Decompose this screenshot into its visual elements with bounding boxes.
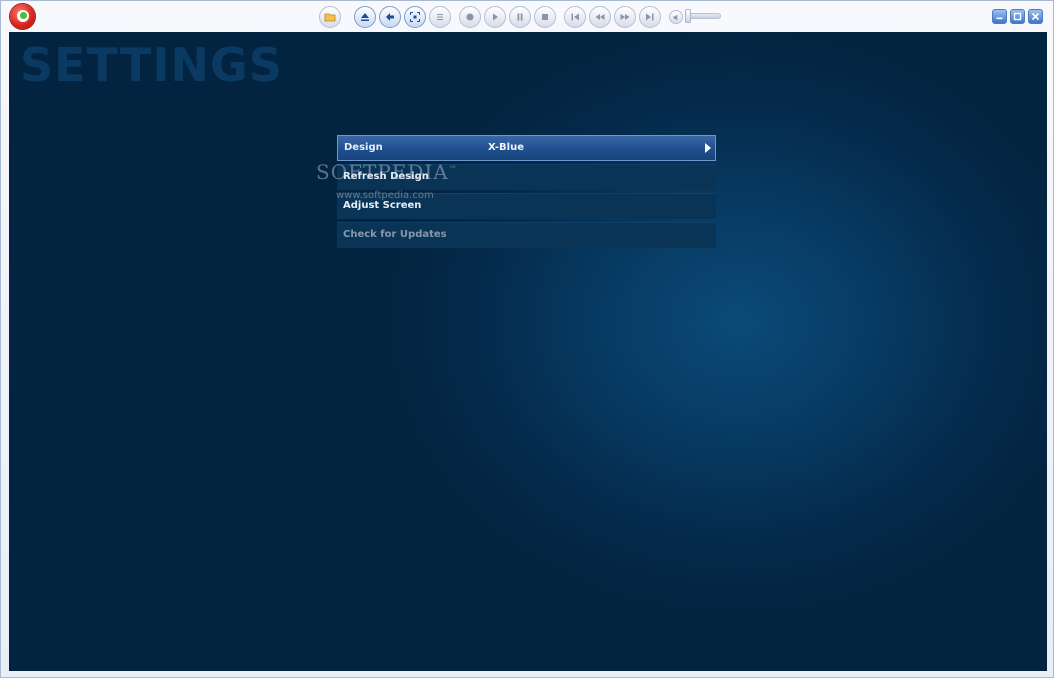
toolbar [1,1,1054,32]
rewind-icon [595,14,605,20]
chevron-right-icon [705,143,711,153]
speaker-icon[interactable] [669,10,683,24]
play-button[interactable] [484,6,506,28]
close-icon [1031,12,1040,21]
record-button[interactable] [459,6,481,28]
stop-button[interactable] [534,6,556,28]
open-folder-button[interactable] [319,6,341,28]
menu-button[interactable] [429,6,451,28]
skip-forward-icon [646,13,654,21]
pause-button[interactable] [509,6,531,28]
menu-item-label: Design [344,142,383,153]
back-button[interactable] [379,6,401,28]
page-title: SETTINGS [20,38,283,92]
eject-button[interactable] [354,6,376,28]
menu-item-label: Adjust Screen [343,200,422,211]
app-window: SETTINGS Design X-Blue Refresh Design Ad… [0,0,1054,678]
fast-forward-icon [620,14,630,20]
menu-item-design[interactable]: Design X-Blue [337,135,716,161]
maximize-button[interactable] [1010,9,1025,24]
eject-icon [361,13,369,21]
fullscreen-icon [410,12,420,22]
settings-screen: SETTINGS Design X-Blue Refresh Design Ad… [9,32,1047,671]
watermark-brand: SOFTPEDIA [316,160,449,184]
rewind-button[interactable] [589,6,611,28]
record-icon [466,13,474,21]
play-icon [493,13,498,21]
previous-button[interactable] [564,6,586,28]
minimize-button[interactable] [992,9,1007,24]
close-button[interactable] [1028,9,1043,24]
maximize-icon [1013,12,1022,21]
pause-icon [517,13,523,21]
back-arrow-icon [386,13,394,21]
watermark: SOFTPEDIA™ [316,160,458,184]
menu-item-label: Check for Updates [343,229,447,240]
watermark-tm: ™ [448,164,458,174]
folder-open-icon [324,13,336,22]
watermark-url: www.softpedia.com [336,190,434,201]
fullscreen-button[interactable] [404,6,426,28]
volume-slider-thumb[interactable] [685,9,691,23]
menu-item-check-for-updates[interactable]: Check for Updates [337,222,716,248]
minimize-icon [996,17,1003,20]
next-button[interactable] [639,6,661,28]
list-icon [437,14,443,20]
app-logo-icon[interactable] [10,4,35,29]
menu-item-value: X-Blue [488,142,524,153]
skip-back-icon [571,13,579,21]
fast-forward-button[interactable] [614,6,636,28]
stop-icon [542,14,548,20]
